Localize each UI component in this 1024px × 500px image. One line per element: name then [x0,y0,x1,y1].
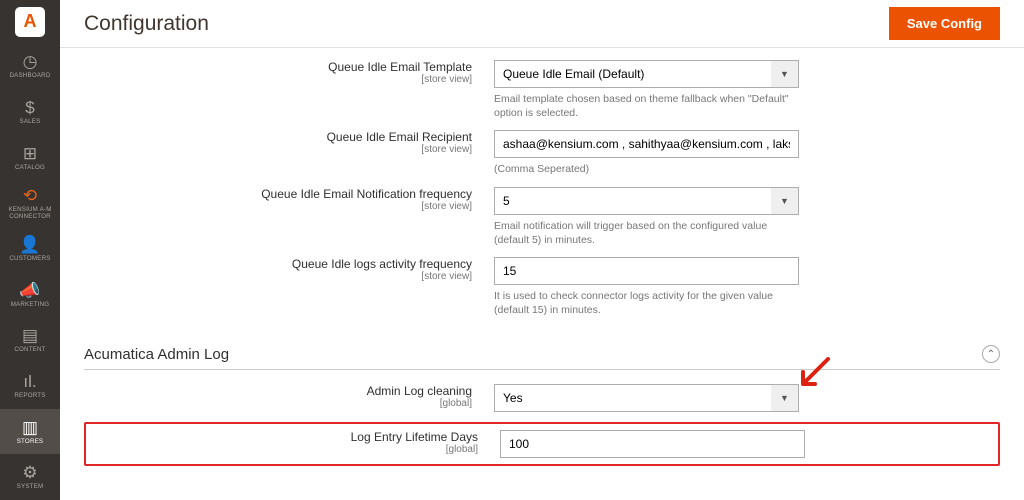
notif-frequency-select[interactable]: 5 [494,187,799,215]
collapse-icon[interactable]: ⌃ [982,345,1000,363]
help-email-recipient: (Comma Seperated) [494,162,799,176]
logo: A [0,0,60,44]
marketing-icon: 📣 [19,282,40,299]
nav-catalog[interactable]: ⊞Catalog [0,135,60,181]
help-logs-frequency: It is used to check connector logs activ… [494,289,799,317]
section-header[interactable]: Acumatica Admin Log ⌃ [84,335,1000,370]
field-log-lifetime: Log Entry Lifetime Days[global] [90,430,994,458]
nav-stores[interactable]: ▥Stores [0,409,60,455]
nav-connector[interactable]: ⟲Kensium A-M Connector [0,181,60,227]
sales-icon: $ [25,99,34,116]
section-title: Acumatica Admin Log [84,346,229,363]
customers-icon: 👤 [19,236,40,253]
label-email-recipient: Queue Idle Email Recipient [84,130,472,144]
field-email-recipient: Queue Idle Email Recipient[store view] (… [84,130,1000,176]
page-title: Configuration [84,12,209,36]
help-email-template: Email template chosen based on theme fal… [494,92,799,120]
catalog-icon: ⊞ [23,145,37,162]
help-notif-frequency: Email notification will trigger based on… [494,219,799,247]
email-template-select[interactable]: Queue Idle Email (Default) [494,60,799,88]
nav-customers[interactable]: 👤Customers [0,226,60,272]
reports-icon: ıl. [23,373,36,390]
save-config-button[interactable]: Save Config [889,7,1000,40]
sidebar: A ◷Dashboard $Sales ⊞Catalog ⟲Kensium A-… [0,0,60,500]
nav-sales[interactable]: $Sales [0,89,60,135]
stores-icon: ▥ [22,419,38,436]
connector-icon: ⟲ [23,187,37,204]
label-notif-frequency: Queue Idle Email Notification frequency [84,187,472,201]
label-log-lifetime: Log Entry Lifetime Days [90,430,478,444]
logs-frequency-input[interactable] [494,257,799,285]
nav-content[interactable]: ▤Content [0,318,60,364]
nav-reports[interactable]: ıl.Reports [0,363,60,409]
dashboard-icon: ◷ [23,53,38,70]
system-icon: ⚙ [22,464,37,481]
nav-marketing[interactable]: 📣Marketing [0,272,60,318]
highlight-box: Log Entry Lifetime Days[global] [84,422,1000,466]
content-icon: ▤ [22,327,38,344]
field-logs-frequency: Queue Idle logs activity frequency[store… [84,257,1000,317]
topbar: Configuration Save Config [60,0,1024,48]
log-cleaning-select[interactable]: Yes [494,384,799,412]
label-log-cleaning: Admin Log cleaning [84,384,472,398]
main: Configuration Save Config Queue Idle Ema… [60,0,1024,500]
field-log-cleaning: Admin Log cleaning[global] Yes ▼ [84,384,1000,412]
logo-letter: A [15,7,45,37]
arrow-annotation-icon [793,354,833,394]
log-lifetime-input[interactable] [500,430,805,458]
content: Queue Idle Email Template[store view] Qu… [60,48,1024,500]
label-email-template: Queue Idle Email Template [84,60,472,74]
email-recipient-input[interactable] [494,130,799,158]
nav-dashboard[interactable]: ◷Dashboard [0,44,60,90]
field-notif-frequency: Queue Idle Email Notification frequency[… [84,187,1000,247]
label-logs-frequency: Queue Idle logs activity frequency [84,257,472,271]
nav-system[interactable]: ⚙System [0,454,60,500]
field-email-template: Queue Idle Email Template[store view] Qu… [84,60,1000,120]
